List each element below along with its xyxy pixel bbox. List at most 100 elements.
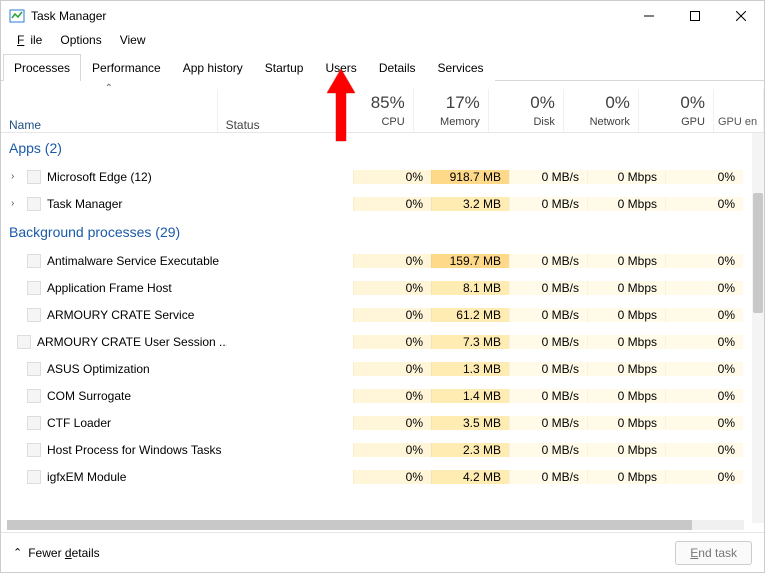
col-disk-header[interactable]: 0% Disk	[489, 89, 564, 132]
chevron-right-icon[interactable]: ›	[11, 171, 21, 182]
table-row[interactable]: ›Microsoft Edge (12)0%918.7 MB0 MB/s0 Mb…	[1, 163, 764, 190]
disk-cell: 0 MB/s	[509, 254, 587, 268]
cpu-cell: 0%	[353, 170, 431, 184]
col-name-header[interactable]: ⌃ Name	[1, 89, 218, 132]
tab-users[interactable]: Users	[314, 54, 367, 81]
net-label: Network	[568, 116, 630, 128]
cpu-cell: 0%	[353, 362, 431, 376]
net-cell: 0 Mbps	[587, 254, 665, 268]
process-name-cell: ›Task Manager	[1, 197, 227, 211]
titlebar: Task Manager	[1, 1, 764, 31]
col-status-header[interactable]: Status	[218, 89, 339, 132]
mem-label: Memory	[418, 116, 480, 128]
table-row[interactable]: ›Task Manager0%3.2 MB0 MB/s0 Mbps0%	[1, 190, 764, 217]
table-row[interactable]: Application Frame Host0%8.1 MB0 MB/s0 Mb…	[1, 274, 764, 301]
process-icon	[27, 416, 41, 430]
fewer-details-toggle[interactable]: ⌃ Fewer details	[13, 546, 100, 560]
mem-cell: 3.2 MB	[431, 197, 509, 211]
process-icon	[27, 362, 41, 376]
process-name-cell: ARMOURY CRATE Service	[1, 308, 227, 322]
process-name: Application Frame Host	[47, 281, 172, 295]
process-name: Host Process for Windows Tasks	[47, 443, 222, 457]
cpu-cell: 0%	[353, 443, 431, 457]
gpu-engine-label: GPU en	[718, 116, 755, 128]
group-apps-label: Apps (2)	[1, 140, 227, 156]
table-row[interactable]: CTF Loader0%3.5 MB0 MB/s0 Mbps0%	[1, 409, 764, 436]
disk-cell: 0 MB/s	[509, 308, 587, 322]
mem-cell: 3.5 MB	[431, 416, 509, 430]
vertical-scrollbar[interactable]	[752, 133, 764, 523]
process-name: CTF Loader	[47, 416, 111, 430]
menu-view[interactable]: View	[114, 31, 152, 49]
gpu-cell: 0%	[665, 170, 743, 184]
cpu-cell: 0%	[353, 281, 431, 295]
gpu-cell: 0%	[665, 416, 743, 430]
process-name: COM Surrogate	[47, 389, 131, 403]
net-cell: 0 Mbps	[587, 362, 665, 376]
col-mem-header[interactable]: 17% Memory	[414, 89, 489, 132]
disk-label: Disk	[493, 116, 555, 128]
disk-cell: 0 MB/s	[509, 170, 587, 184]
chevron-right-icon[interactable]: ›	[11, 198, 21, 209]
end-task-button[interactable]: End task	[675, 541, 752, 565]
col-cpu-header[interactable]: 85% CPU	[339, 89, 414, 132]
maximize-button[interactable]	[672, 1, 718, 31]
sort-indicator-icon: ⌃	[105, 83, 113, 94]
tab-services[interactable]: Services	[427, 54, 495, 81]
cpu-usage-pct: 85%	[343, 93, 405, 113]
close-button[interactable]	[718, 1, 764, 31]
horizontal-scrollbar[interactable]	[7, 520, 744, 530]
mem-cell: 159.7 MB	[431, 254, 509, 268]
mem-cell: 7.3 MB	[431, 335, 509, 349]
col-gpu-header[interactable]: 0% GPU	[639, 89, 714, 132]
process-name: ASUS Optimization	[47, 362, 150, 376]
table-row[interactable]: ARMOURY CRATE Service0%61.2 MB0 MB/s0 Mb…	[1, 301, 764, 328]
table-row[interactable]: COM Surrogate0%1.4 MB0 MB/s0 Mbps0%	[1, 382, 764, 409]
process-name-cell: ASUS Optimization	[1, 362, 227, 376]
gpu-cell: 0%	[665, 197, 743, 211]
gpu-cell: 0%	[665, 443, 743, 457]
tab-details[interactable]: Details	[368, 54, 427, 81]
vertical-scrollbar-thumb[interactable]	[753, 193, 763, 313]
group-background[interactable]: Background processes (29)	[1, 217, 764, 247]
net-cell: 0 Mbps	[587, 335, 665, 349]
tabbar: Processes Performance App history Startu…	[1, 53, 764, 81]
window-title: Task Manager	[31, 9, 106, 23]
col-net-header[interactable]: 0% Network	[564, 89, 639, 132]
process-name: ARMOURY CRATE User Session ...	[37, 335, 227, 349]
cpu-label: CPU	[343, 116, 405, 128]
tab-processes[interactable]: Processes	[3, 54, 81, 81]
horizontal-scrollbar-thumb[interactable]	[7, 520, 692, 530]
tab-startup[interactable]: Startup	[254, 54, 315, 81]
cpu-cell: 0%	[353, 197, 431, 211]
table-row[interactable]: Antimalware Service Executable0%159.7 MB…	[1, 247, 764, 274]
tab-app-history[interactable]: App history	[172, 54, 254, 81]
table-row[interactable]: igfxEM Module0%4.2 MB0 MB/s0 Mbps0%	[1, 463, 764, 490]
table-row[interactable]: ARMOURY CRATE User Session ...0%7.3 MB0 …	[1, 328, 764, 355]
disk-cell: 0 MB/s	[509, 362, 587, 376]
minimize-button[interactable]	[626, 1, 672, 31]
menubar: File Options View	[1, 31, 764, 53]
group-background-label: Background processes (29)	[1, 224, 227, 240]
menu-options[interactable]: Options	[54, 31, 107, 49]
process-icon	[27, 254, 41, 268]
table-row[interactable]: Host Process for Windows Tasks0%2.3 MB0 …	[1, 436, 764, 463]
net-cell: 0 Mbps	[587, 197, 665, 211]
gpu-cell: 0%	[665, 254, 743, 268]
bottom-bar: ⌃ Fewer details End task	[1, 532, 764, 572]
col-name-label: Name	[9, 118, 209, 132]
cpu-cell: 0%	[353, 470, 431, 484]
process-icon	[27, 470, 41, 484]
table-row[interactable]: ASUS Optimization0%1.3 MB0 MB/s0 Mbps0%	[1, 355, 764, 382]
disk-cell: 0 MB/s	[509, 470, 587, 484]
group-apps[interactable]: Apps (2)	[1, 133, 764, 163]
col-gpu-engine-header[interactable]: GPU en	[714, 89, 764, 132]
menu-file[interactable]: File	[5, 31, 48, 49]
gpu-cell: 0%	[665, 281, 743, 295]
process-icon	[17, 335, 31, 349]
mem-cell: 2.3 MB	[431, 443, 509, 457]
tab-performance[interactable]: Performance	[81, 54, 172, 81]
disk-cell: 0 MB/s	[509, 416, 587, 430]
process-icon	[27, 443, 41, 457]
gpu-usage-pct: 0%	[643, 93, 705, 113]
